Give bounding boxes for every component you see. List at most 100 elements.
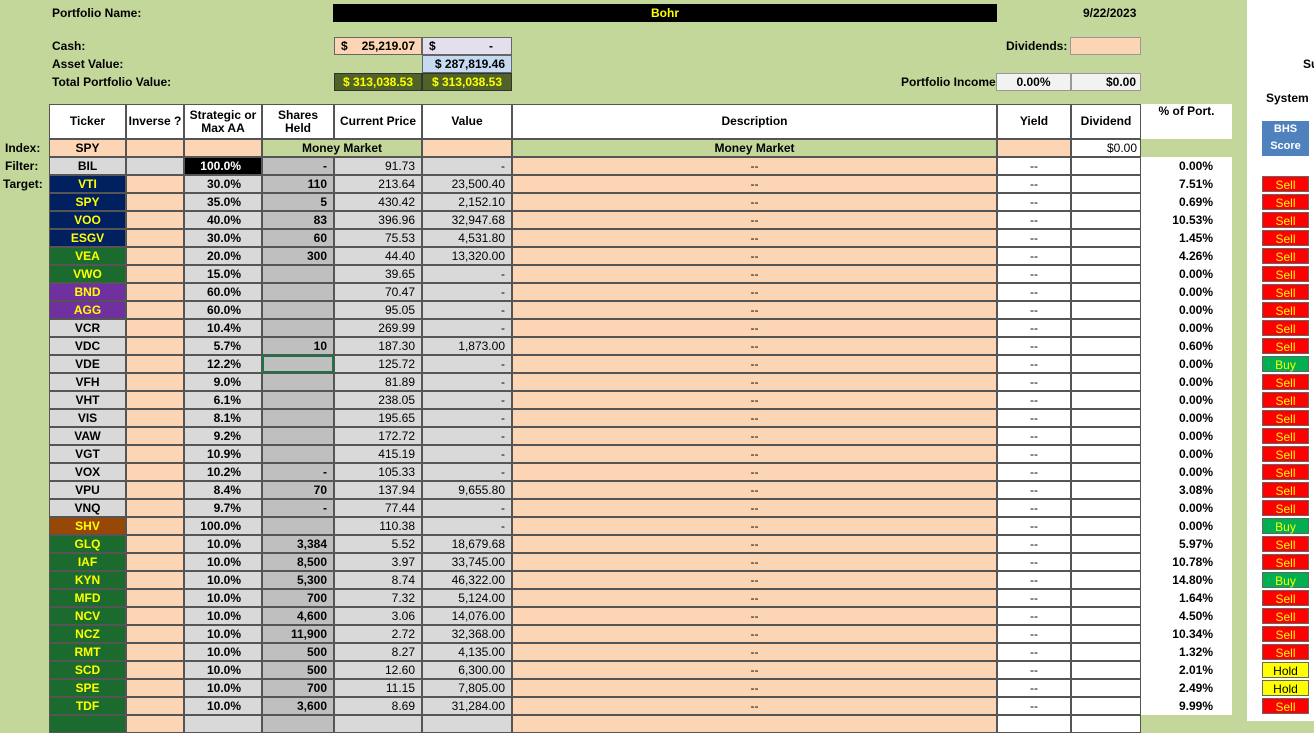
- strategic-aa-cell[interactable]: 10.0%: [184, 661, 262, 679]
- shares-held-cell[interactable]: 5: [262, 193, 334, 211]
- shares-held-cell[interactable]: [262, 319, 334, 337]
- shares-held-cell[interactable]: 700: [262, 679, 334, 697]
- strategic-aa-cell[interactable]: 60.0%: [184, 301, 262, 319]
- index-value-cell[interactable]: [422, 139, 512, 157]
- shares-held-cell[interactable]: 60: [262, 229, 334, 247]
- shares-held-cell[interactable]: [262, 265, 334, 283]
- inverse-cell[interactable]: [126, 265, 184, 283]
- strategic-aa-cell[interactable]: 9.7%: [184, 499, 262, 517]
- inverse-cell[interactable]: [126, 661, 184, 679]
- ticker-cell[interactable]: VOX: [49, 463, 126, 481]
- inverse-cell[interactable]: [126, 247, 184, 265]
- shares-held-cell[interactable]: [262, 427, 334, 445]
- shares-held-cell[interactable]: [262, 301, 334, 319]
- shares-held-cell[interactable]: 8,500: [262, 553, 334, 571]
- strategic-aa-cell[interactable]: 5.7%: [184, 337, 262, 355]
- shares-held-cell[interactable]: -: [262, 157, 334, 175]
- shares-held-cell[interactable]: [262, 409, 334, 427]
- dividends-field[interactable]: [1070, 37, 1141, 55]
- strategic-aa-cell[interactable]: 8.1%: [184, 409, 262, 427]
- ticker-cell[interactable]: TDF: [49, 697, 126, 715]
- strategic-aa-cell[interactable]: 100.0%: [184, 157, 262, 175]
- strategic-aa-cell[interactable]: 10.9%: [184, 445, 262, 463]
- inverse-cell[interactable]: [126, 571, 184, 589]
- shares-held-cell[interactable]: [262, 391, 334, 409]
- strategic-aa-cell[interactable]: 20.0%: [184, 247, 262, 265]
- ticker-cell[interactable]: ESGV: [49, 229, 126, 247]
- ticker-cell[interactable]: VTI: [49, 175, 126, 193]
- ticker-cell[interactable]: NCZ: [49, 625, 126, 643]
- strategic-aa-cell[interactable]: 10.0%: [184, 553, 262, 571]
- strategic-aa-cell[interactable]: 10.0%: [184, 679, 262, 697]
- inverse-cell[interactable]: [126, 229, 184, 247]
- ticker-cell[interactable]: VNQ: [49, 499, 126, 517]
- inverse-cell[interactable]: [126, 355, 184, 373]
- shares-held-cell[interactable]: 500: [262, 643, 334, 661]
- shares-held-cell[interactable]: [262, 283, 334, 301]
- ticker-cell[interactable]: VAW: [49, 427, 126, 445]
- inverse-cell[interactable]: [126, 373, 184, 391]
- shares-held-cell[interactable]: 700: [262, 589, 334, 607]
- shares-held-cell[interactable]: [262, 355, 334, 373]
- strategic-aa-cell[interactable]: 8.4%: [184, 481, 262, 499]
- index-aa-cell[interactable]: [184, 139, 262, 157]
- ticker-cell[interactable]: VCR: [49, 319, 126, 337]
- ticker-cell[interactable]: BIL: [49, 157, 126, 175]
- inverse-cell[interactable]: [126, 445, 184, 463]
- shares-held-cell[interactable]: -: [262, 463, 334, 481]
- index-inverse-cell[interactable]: [126, 139, 184, 157]
- shares-held-cell[interactable]: [262, 373, 334, 391]
- strategic-aa-cell[interactable]: 12.2%: [184, 355, 262, 373]
- cash-secondary-field[interactable]: $ -: [422, 37, 512, 55]
- strategic-aa-cell[interactable]: 35.0%: [184, 193, 262, 211]
- inverse-cell[interactable]: [126, 427, 184, 445]
- ticker-cell[interactable]: AGG: [49, 301, 126, 319]
- shares-held-cell[interactable]: 70: [262, 481, 334, 499]
- index-yield-cell[interactable]: [997, 139, 1071, 157]
- shares-held-cell[interactable]: 10: [262, 337, 334, 355]
- ticker-cell[interactable]: BND: [49, 283, 126, 301]
- shares-held-cell[interactable]: 5,300: [262, 571, 334, 589]
- ticker-cell[interactable]: RMT: [49, 643, 126, 661]
- inverse-cell[interactable]: [126, 409, 184, 427]
- inverse-cell[interactable]: [126, 463, 184, 481]
- strategic-aa-cell[interactable]: 30.0%: [184, 175, 262, 193]
- ticker-cell[interactable]: VWO: [49, 265, 126, 283]
- shares-held-cell[interactable]: 110: [262, 175, 334, 193]
- inverse-cell-partial[interactable]: [126, 715, 184, 733]
- inverse-cell[interactable]: [126, 211, 184, 229]
- strategic-aa-cell[interactable]: 10.0%: [184, 589, 262, 607]
- strategic-aa-cell[interactable]: 60.0%: [184, 283, 262, 301]
- shares-held-cell[interactable]: 11,900: [262, 625, 334, 643]
- shares-held-cell[interactable]: [262, 517, 334, 535]
- inverse-cell[interactable]: [126, 643, 184, 661]
- inverse-cell[interactable]: [126, 625, 184, 643]
- inverse-cell[interactable]: [126, 283, 184, 301]
- shares-held-cell[interactable]: 300: [262, 247, 334, 265]
- strategic-aa-cell[interactable]: 9.0%: [184, 373, 262, 391]
- inverse-cell[interactable]: [126, 481, 184, 499]
- inverse-cell[interactable]: [126, 301, 184, 319]
- inverse-cell[interactable]: [126, 553, 184, 571]
- ticker-cell[interactable]: SCD: [49, 661, 126, 679]
- ticker-cell[interactable]: MFD: [49, 589, 126, 607]
- ticker-cell[interactable]: VDE: [49, 355, 126, 373]
- strategic-aa-cell[interactable]: 10.4%: [184, 319, 262, 337]
- inverse-cell[interactable]: [126, 517, 184, 535]
- strategic-aa-cell[interactable]: 10.2%: [184, 463, 262, 481]
- strategic-aa-cell[interactable]: 10.0%: [184, 697, 262, 715]
- inverse-cell[interactable]: [126, 697, 184, 715]
- portfolio-name-field[interactable]: Bohr: [333, 4, 997, 22]
- shares-held-cell[interactable]: 3,600: [262, 697, 334, 715]
- strategic-aa-cell[interactable]: 30.0%: [184, 229, 262, 247]
- inverse-cell[interactable]: [126, 535, 184, 553]
- ticker-cell[interactable]: SHV: [49, 517, 126, 535]
- ticker-cell[interactable]: SPE: [49, 679, 126, 697]
- shares-held-cell[interactable]: -: [262, 499, 334, 517]
- inverse-cell[interactable]: [126, 589, 184, 607]
- inverse-cell[interactable]: [126, 193, 184, 211]
- shares-held-cell-partial[interactable]: [262, 715, 334, 733]
- strategic-aa-cell[interactable]: 10.0%: [184, 607, 262, 625]
- inverse-cell[interactable]: [126, 337, 184, 355]
- strategic-aa-cell[interactable]: 100.0%: [184, 517, 262, 535]
